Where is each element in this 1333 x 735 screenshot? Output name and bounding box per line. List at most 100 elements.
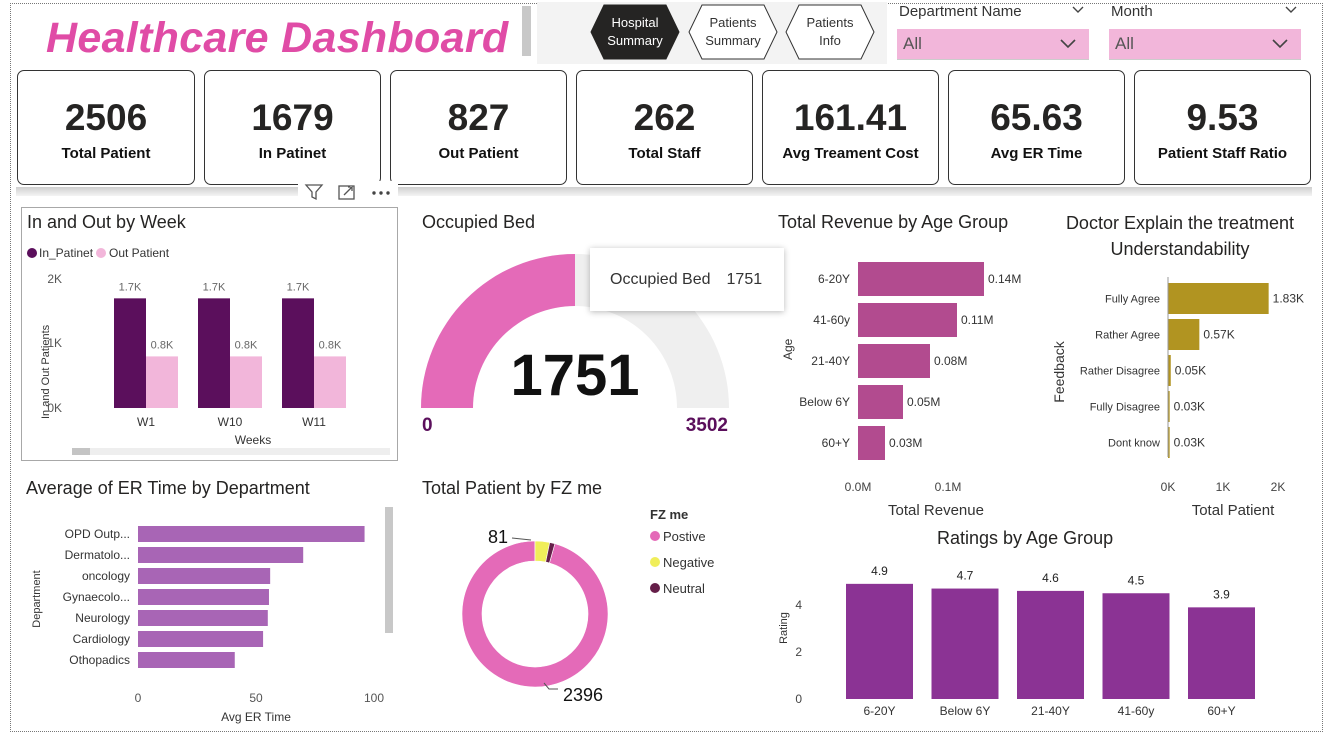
donut-slice-postive <box>461 540 609 688</box>
data-label: 4.7 <box>957 569 974 583</box>
week-bars: 1.7K 0.8K W1 1.7K 0.8K W10 1.7K 0.8K W11 <box>114 281 346 429</box>
y-axis-title: Department <box>31 570 43 627</box>
y-tick-label: 0 <box>795 692 802 706</box>
bar <box>138 610 268 626</box>
category-label: 6-20Y <box>818 272 850 286</box>
category-label: Below 6Y <box>799 395 850 409</box>
kpi-card-out-patient[interactable]: 827 Out Patient <box>390 70 567 185</box>
x-axis-title: Weeks <box>235 433 271 447</box>
category-label: Fully Agree <box>1105 294 1160 306</box>
department-slicer-dropdown[interactable]: All <box>897 29 1089 60</box>
rating-bars: 4.9 6-20Y 4.7 Below 6Y 4.6 21-40Y 4.5 41-60y 3.9… <box>846 564 1255 718</box>
data-label: 1.83K <box>1273 292 1304 306</box>
visual-header <box>298 181 398 207</box>
fz-me-title: Total Patient by FZ me <box>422 478 603 498</box>
kpi-value: 262 <box>633 97 696 138</box>
donut-slices <box>461 540 609 688</box>
dashboard-title: Healthcare Dashboard <box>46 14 509 62</box>
bar <box>858 262 984 296</box>
more-options-icon[interactable] <box>370 183 392 206</box>
focus-mode-icon[interactable] <box>337 183 357 206</box>
category-label: Dermatolo... <box>65 548 130 562</box>
month-slicer-label: Month <box>1111 3 1153 20</box>
nav-hospital-summary-button[interactable]: Hospital Summary <box>590 4 680 60</box>
y-axis-title: Age <box>781 338 795 360</box>
nav-patients-summary-button[interactable]: Patients Summary <box>688 4 778 60</box>
category-label: 60+Y <box>822 436 850 450</box>
category-label: Rather Disagree <box>1080 366 1160 378</box>
horizontal-scrollbar[interactable] <box>72 448 390 455</box>
data-label: 0.8K <box>151 339 174 351</box>
x-tick-label: W1 <box>137 415 155 429</box>
ratings-by-age-title: Ratings by Age Group <box>937 528 1114 548</box>
doctor-explain-chart[interactable]: Feedback Fully Agree 1.83K Rather Agree 0.5… <box>1046 276 1316 520</box>
y-tick-label: 2 <box>795 645 802 659</box>
title-divider <box>522 6 531 56</box>
x-axis-title: Avg ER Time <box>221 710 291 724</box>
in-out-by-week-title: In and Out by Week <box>27 212 186 232</box>
x-tick-label: 21-40Y <box>1031 704 1070 718</box>
x-tick-label: 0.0M <box>845 480 872 494</box>
filter-icon[interactable] <box>304 183 324 206</box>
fz-me-donut-chart[interactable]: 81 2396 FZ me Postive Negative Neutral <box>440 505 740 725</box>
kpi-value: 2506 <box>64 97 148 138</box>
vertical-scrollbar[interactable] <box>385 507 393 633</box>
kpi-value: 1679 <box>251 97 334 138</box>
bar <box>138 568 271 584</box>
bar <box>138 631 264 647</box>
bar <box>138 547 304 563</box>
tooltip-label: Occupied Bed <box>610 270 711 288</box>
x-tick-label: 6-20Y <box>863 704 895 718</box>
month-slicer-value: All <box>1115 34 1134 53</box>
data-label: 4.6 <box>1042 571 1059 585</box>
x-tick-label: W11 <box>302 415 326 429</box>
gauge-value: 1751 <box>510 343 639 408</box>
nav-patients-info-button[interactable]: Patients Info <box>785 4 875 60</box>
rating-bar <box>1188 607 1255 699</box>
data-label: 4.5 <box>1128 573 1145 587</box>
x-axis-title: Total Patient <box>1192 502 1275 519</box>
department-slicer-label: Department Name <box>899 3 1022 20</box>
kpi-card-avg-er-time[interactable]: 65.63 Avg ER Time <box>948 70 1125 185</box>
x-tick-label: 0K <box>1161 480 1176 494</box>
out-patient-bar <box>314 356 346 408</box>
y-tick-label: 2K <box>47 272 62 286</box>
kpi-card-total-patient[interactable]: 2506 Total Patient <box>17 70 195 185</box>
chevron-down-icon[interactable] <box>1284 3 1298 17</box>
data-label: 0.05M <box>907 395 940 409</box>
er-time-chart[interactable]: Department OPD Outp... Dermatolo... oncolo… <box>20 505 400 730</box>
legend-marker-out-patient <box>96 248 106 258</box>
occupied-bed-title: Occupied Bed <box>422 212 536 232</box>
kpi-card-in-patient[interactable]: 1679 In Patinet <box>204 70 381 185</box>
x-tick-label: Below 6Y <box>940 704 991 718</box>
revenue-bars: 6-20Y 0.14M 41-60y 0.11M 21-40Y 0.08M Below 6Y… <box>799 262 1021 460</box>
data-label: 0.05K <box>1175 364 1206 378</box>
data-label: 4.9 <box>871 564 888 578</box>
bar <box>138 652 235 668</box>
x-tick-label: 2K <box>1271 480 1286 494</box>
month-slicer-dropdown[interactable]: All <box>1109 29 1301 60</box>
nav-hospital-summary-label: Hospital Summary <box>607 15 663 48</box>
category-label: oncology <box>82 569 130 583</box>
revenue-by-age-title: Total Revenue by Age Group <box>778 212 1009 232</box>
y-tick-label: 1K <box>47 336 62 350</box>
scrollbar-thumb[interactable] <box>72 448 90 455</box>
kpi-label: Total Staff <box>628 145 701 162</box>
kpi-card-patient-staff-ratio[interactable]: 9.53 Patient Staff Ratio <box>1134 70 1311 185</box>
y-axis-title: Feedback <box>1051 340 1067 402</box>
bar <box>138 526 365 542</box>
rating-bar <box>1102 593 1170 699</box>
ratings-by-age-chart[interactable]: Rating 0 2 4 4.9 6-20Y 4.7 Below 6Y 4.6 21-40… <box>770 556 1270 726</box>
nav-patients-summary-label: Patients Summary <box>705 15 761 48</box>
x-tick-label: 1K <box>1216 480 1231 494</box>
revenue-by-age-chart[interactable]: Age 6-20Y 0.14M 41-60y 0.11M 21-40Y 0.08M Belo… <box>770 250 1040 520</box>
data-label: 0.57K <box>1203 328 1234 342</box>
chevron-down-icon[interactable] <box>1071 3 1085 17</box>
data-label: 0.8K <box>235 339 258 351</box>
kpi-card-total-staff[interactable]: 262 Total Staff <box>576 70 753 185</box>
kpi-card-avg-treatment-cost[interactable]: 161.41 Avg Treament Cost <box>762 70 939 185</box>
legend-marker-in-patient <box>27 248 37 258</box>
x-tick-label: 41-60y <box>1118 704 1155 718</box>
doctor-explain-title: Doctor Explain the treatment Understanda… <box>1065 213 1295 259</box>
gauge-max-label: 3502 <box>686 415 728 436</box>
